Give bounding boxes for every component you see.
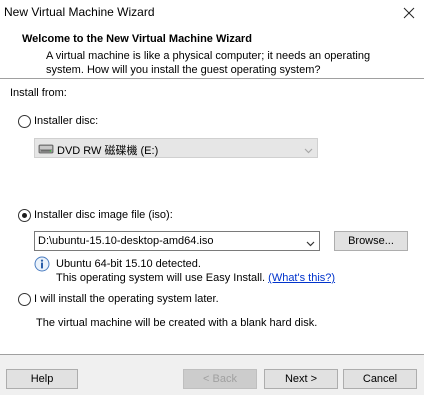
wizard-window: New Virtual Machine Wizard Welcome to th… bbox=[0, 0, 424, 395]
install-later-description: The virtual machine will be created with… bbox=[36, 317, 318, 329]
header-title: Welcome to the New Virtual Machine Wizar… bbox=[22, 33, 252, 45]
help-button[interactable]: Help bbox=[6, 369, 78, 389]
close-icon bbox=[403, 7, 415, 19]
next-button[interactable]: Next > bbox=[264, 369, 338, 389]
chevron-down-icon bbox=[304, 145, 313, 157]
iso-path-value: D:\ubuntu-15.10-desktop-amd64.iso bbox=[38, 235, 214, 247]
chevron-down-icon[interactable] bbox=[306, 238, 315, 250]
cancel-button[interactable]: Cancel bbox=[343, 369, 417, 389]
drive-select-value: DVD RW 磁碟機 (E:) bbox=[57, 145, 159, 157]
install-later-label: I will install the operating system late… bbox=[34, 293, 219, 305]
drive-select[interactable]: DVD RW 磁碟機 (E:) bbox=[34, 138, 318, 158]
close-button[interactable] bbox=[394, 0, 424, 26]
installer-disc-label: Installer disc: bbox=[34, 115, 99, 127]
installer-disc-option[interactable]: Installer disc: bbox=[18, 113, 98, 129]
os-detected-text: Ubuntu 64-bit 15.10 detected. bbox=[56, 258, 201, 270]
title-bar: New Virtual Machine Wizard bbox=[0, 0, 424, 26]
iso-path-combobox[interactable]: D:\ubuntu-15.10-desktop-amd64.iso bbox=[34, 231, 320, 251]
info-icon bbox=[34, 256, 50, 275]
install-from-label: Install from: bbox=[10, 87, 67, 99]
installer-disc-radio[interactable] bbox=[18, 114, 31, 128]
easy-install-text: This operating system will use Easy Inst… bbox=[56, 272, 266, 284]
wizard-header: Welcome to the New Virtual Machine Wizar… bbox=[0, 26, 424, 78]
whats-this-link[interactable]: (What's this?) bbox=[268, 272, 335, 284]
install-later-radio[interactable] bbox=[18, 292, 31, 306]
iso-image-option[interactable]: Installer disc image file (iso): bbox=[18, 207, 173, 223]
wizard-body: Install from: Installer disc: DVD RW 磁碟機… bbox=[0, 79, 424, 354]
header-description: A virtual machine is like a physical com… bbox=[46, 50, 371, 76]
install-later-option[interactable]: I will install the operating system late… bbox=[18, 291, 219, 307]
easy-install-line: This operating system will use Easy Inst… bbox=[56, 272, 335, 284]
browse-button[interactable]: Browse... bbox=[334, 231, 408, 251]
iso-image-radio[interactable] bbox=[18, 208, 31, 222]
iso-image-label: Installer disc image file (iso): bbox=[34, 209, 173, 221]
dvd-drive-icon bbox=[38, 141, 54, 158]
window-title: New Virtual Machine Wizard bbox=[4, 5, 155, 19]
wizard-footer: Help < Back Next > Cancel bbox=[0, 355, 424, 395]
back-button[interactable]: < Back bbox=[183, 369, 257, 389]
